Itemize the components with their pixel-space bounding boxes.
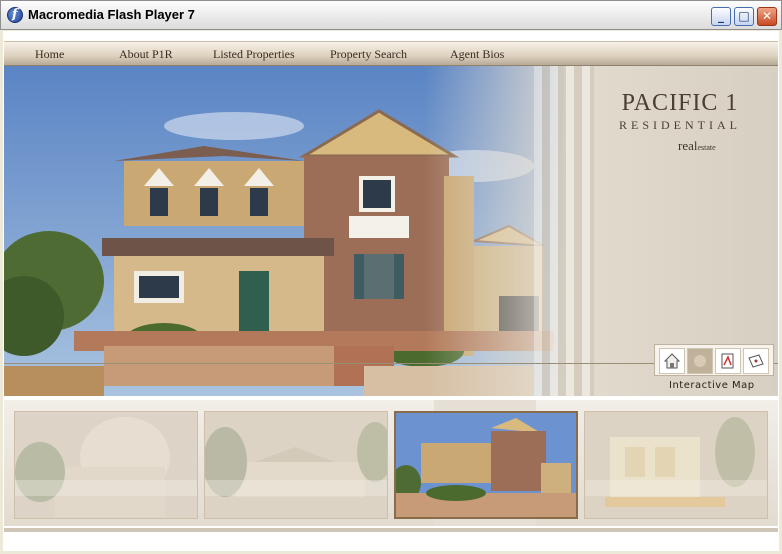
interactive-map-label: Interactive Map [669,380,755,391]
flash-player-icon [7,7,23,23]
window-title-bar[interactable]: Macromedia Flash Player 7 _ □ ✕ [0,0,782,30]
hero-house-photo [4,66,564,396]
flash-content-area: Home About P1R Listed Properties Propert… [3,31,779,551]
nav-about[interactable]: About P1R [119,47,173,62]
thumbnail-band [585,480,767,496]
window-title: Macromedia Flash Player 7 [28,7,195,22]
minimize-icon: _ [718,9,724,23]
thumbnail-band [205,480,387,496]
thumbnail-strip [4,400,778,526]
pdf-icon [721,353,734,369]
brand-tagline: realestate [678,138,716,154]
close-button[interactable]: ✕ [757,7,777,26]
minimize-button[interactable]: _ [711,7,731,26]
photo-icon [694,355,706,367]
map-icon [748,354,764,368]
thumbnail-4[interactable] [584,411,768,519]
home-icon [663,353,681,369]
brand-tagline-main: real [678,138,698,153]
thumbnail-3[interactable] [394,411,578,519]
brand-title: PACIFIC 1 [621,90,739,116]
pdf-button[interactable] [715,348,741,374]
nav-home[interactable]: Home [35,47,64,62]
thumbnail-3-image [396,413,576,517]
nav-agent-bios[interactable]: Agent Bios [450,47,504,62]
nav-property-search[interactable]: Property Search [330,47,407,62]
thumbnail-2-image [205,412,387,518]
bottom-bar [4,528,778,532]
home-button[interactable] [659,348,685,374]
maximize-button[interactable]: □ [734,7,754,26]
brand-subtitle: RESIDENTIAL [619,118,741,132]
thumbnail-band [15,480,197,496]
thumbnail-2[interactable] [204,411,388,519]
tools-toolbar [654,344,774,376]
maximize-icon: □ [738,9,750,23]
thumbnail-4-image [585,412,767,518]
thumbnail-1[interactable] [14,411,198,519]
brand-tagline-small: estate [697,143,716,152]
close-icon: ✕ [761,9,773,23]
nav-listed-properties[interactable]: Listed Properties [213,47,295,62]
map-button[interactable] [743,348,769,374]
photo-button[interactable] [687,348,713,374]
hero-decorative-stripes [534,66,594,396]
main-nav: Home About P1R Listed Properties Propert… [4,41,778,66]
thumbnail-1-image [15,412,197,518]
hero-banner: PACIFIC 1 RESIDENTIAL realestate Interac… [4,66,778,396]
